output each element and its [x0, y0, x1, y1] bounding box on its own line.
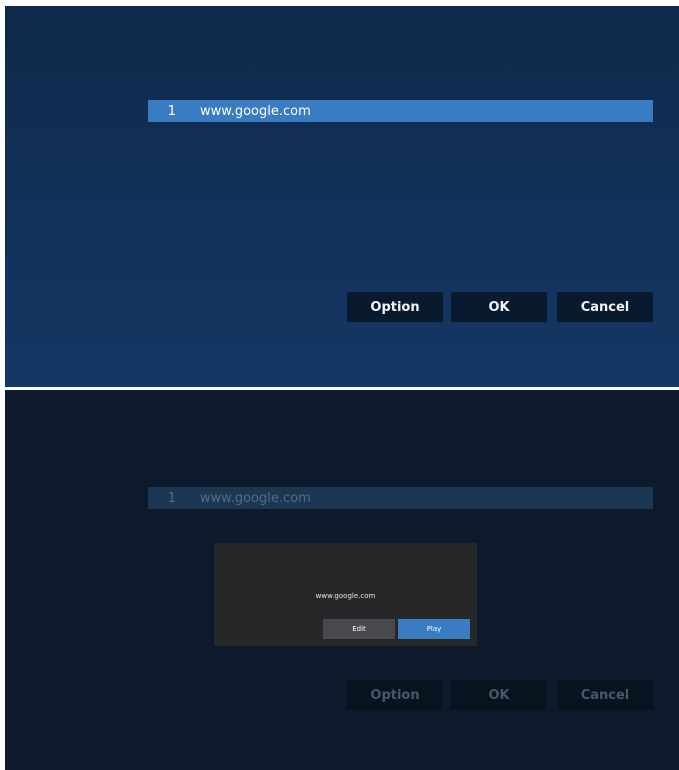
play-button[interactable]: Play [398, 619, 470, 639]
list-item-index: 1 [167, 490, 176, 506]
cancel-button[interactable]: Cancel [557, 292, 653, 322]
ok-button[interactable]: OK [451, 292, 547, 322]
cancel-button-dimmed: Cancel [557, 680, 653, 710]
list-item-url: www.google.com [200, 103, 311, 119]
option-button[interactable]: Option [347, 292, 443, 322]
ok-button-dimmed: OK [451, 680, 547, 710]
url-list-item-dimmed: 1 www.google.com [148, 487, 653, 509]
url-list-screen-with-dialog: 1 www.google.com www.google.com Edit Pla… [5, 390, 679, 770]
list-item-index: 1 [167, 103, 176, 119]
list-item-url: www.google.com [200, 490, 311, 506]
url-list-screen: 1 www.google.com Option OK Cancel [5, 6, 679, 387]
option-button-dimmed: Option [347, 680, 443, 710]
edit-button[interactable]: Edit [323, 619, 395, 639]
url-list-item-selected[interactable]: 1 www.google.com [148, 100, 653, 122]
url-action-dialog: www.google.com Edit Play [214, 543, 477, 646]
dialog-url-text: www.google.com [315, 592, 376, 600]
